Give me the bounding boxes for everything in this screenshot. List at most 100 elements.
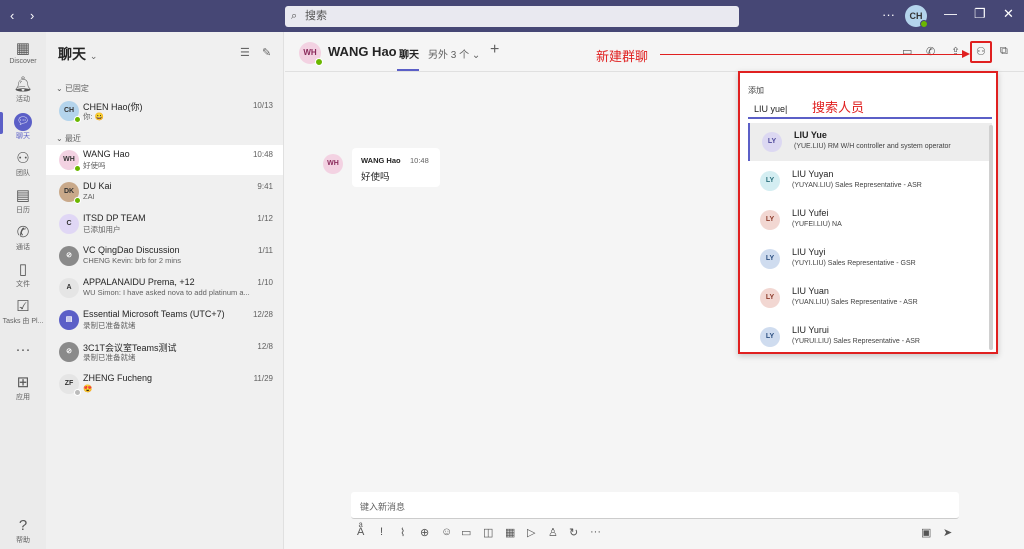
priority-icon[interactable]: !	[380, 526, 383, 538]
stream-icon[interactable]: ▷	[527, 526, 535, 539]
chat-time: 10/13	[252, 101, 273, 110]
pop-out-icon[interactable]: ⧉	[1000, 45, 1008, 58]
back-icon[interactable]: ‹	[10, 8, 14, 23]
chat-avatar: ▤	[59, 310, 79, 330]
chat-list-item[interactable]: ⊘ 3C1T会议室Teams测试 录制已准备就绪 12/8	[46, 337, 283, 367]
chat-avatar-initials: ZF	[64, 380, 74, 387]
presence-icon	[74, 389, 81, 396]
person-avatar: LY	[760, 171, 780, 191]
restore-button[interactable]: ❐	[974, 6, 986, 22]
schedule-meeting-icon[interactable]: ▦	[505, 526, 515, 539]
help-icon: ?	[18, 517, 28, 534]
forward-icon[interactable]: ›	[30, 8, 34, 23]
results-scrollbar[interactable]	[989, 125, 993, 350]
chat-avatar-initials: ⊘	[66, 348, 72, 355]
chat-list-item[interactable]: ▤ Essential Microsoft Teams (UTC+7) 录制已准备就…	[46, 305, 283, 335]
person-result-item[interactable]: LY LIU Yuyan (YUYAN.LIU) Sales Representat…	[748, 162, 992, 200]
chat-name: WANG Hao	[83, 149, 130, 159]
chat-list-title[interactable]: 聊天 ⌄	[58, 44, 97, 64]
pinned-section-header[interactable]: ⌄ 已固定	[56, 83, 89, 94]
message-bubble[interactable]: WANG Hao 10:48 好使吗	[352, 148, 440, 187]
add-tab-button[interactable]: +	[490, 41, 499, 59]
message-sender: WANG Hao	[361, 156, 401, 165]
updates-icon[interactable]: ↻	[569, 526, 578, 539]
loop-icon[interactable]: ⊕	[420, 526, 429, 539]
rail-calendar[interactable]: ▤ 日历	[0, 187, 46, 215]
rail-discover[interactable]: ▦ Discover	[0, 40, 46, 65]
chat-list-item[interactable]: WH WANG Hao 好使吗 10:48	[46, 145, 283, 175]
chat-list-item[interactable]: C ITSD DP TEAM 已添加用户 1/12	[46, 209, 283, 239]
person-result-item[interactable]: LY LIU Yufei (YUFEI.LIU) NA	[748, 201, 992, 239]
rail-chat[interactable]: 💬︎ 聊天	[0, 113, 46, 141]
new-chat-icon[interactable]: ✎	[262, 46, 271, 59]
meet-now-icon[interactable]: ▣	[921, 526, 931, 539]
search-input[interactable]: ⌕ 搜索	[285, 6, 739, 27]
chat-list-item[interactable]: CH CHEN Hao(你) 你: 😀 10/13	[46, 96, 283, 126]
profile-avatar-initials: CH	[909, 11, 923, 21]
chat-time: 11/29	[253, 374, 273, 383]
rail-more[interactable]: ···	[0, 341, 46, 359]
rail-teams[interactable]: ⚇ 团队	[0, 150, 46, 178]
rail-label: 活动	[16, 96, 30, 103]
recent-section-header[interactable]: ⌄ 最近	[56, 133, 81, 144]
chat-list-item[interactable]: DK DU Kai ZAI 9:41	[46, 177, 283, 207]
more-tabs-dropdown[interactable]: 另外 3 个 ⌄	[428, 46, 480, 61]
chat-preview: 录制已准备就绪	[83, 321, 136, 330]
person-result-item[interactable]: LY LIU Yuan (YUAN.LIU) Sales Representativ…	[748, 279, 992, 317]
person-result-item[interactable]: LY LIU Yurui (YURUI.LIU) Sales Representat…	[748, 318, 992, 356]
search-icon: ⌕	[291, 10, 298, 22]
add-people-button[interactable]: ⚇	[970, 41, 992, 63]
rail-apps[interactable]: ⊞ 应用	[0, 374, 46, 402]
send-icon[interactable]: ➤	[943, 526, 952, 539]
more-options-icon[interactable]: ···	[590, 526, 601, 538]
rail-tasks[interactable]: ☑ Tasks 由 Pl...	[0, 298, 46, 326]
chat-list-pane: 聊天 ⌄ ☰ ✎ ⌄ 已固定 CH CHEN Hao(你) 你: 😀 10/13 ⌄ …	[46, 32, 284, 549]
audio-call-icon[interactable]: ✆	[926, 45, 935, 58]
tab-chat[interactable]: 聊天	[399, 46, 419, 61]
chat-list-item[interactable]: ⊘ VC QingDao Discussion CHENG Kevin: brb f…	[46, 241, 283, 271]
search-placeholder: 搜索	[305, 10, 327, 22]
rail-activity[interactable]: 🔔︎ 活动	[0, 76, 46, 104]
profile-avatar[interactable]: CH	[905, 5, 928, 28]
attach-icon[interactable]: ⌇	[400, 526, 405, 539]
person-detail: (YUYAN.LIU) Sales Representative - ASR	[792, 182, 922, 189]
conversation-header: WH WANG Hao 聊天 另外 3 个 ⌄ +	[285, 32, 1024, 72]
person-name: LIU Yuan	[792, 286, 829, 296]
close-button[interactable]: ✕	[1003, 6, 1014, 22]
people-search-input[interactable]: LIU yue|	[748, 99, 992, 119]
rail-label: Discover	[9, 58, 37, 65]
rail-files[interactable]: ▯ 文件	[0, 261, 46, 289]
discover-icon: ▦	[15, 40, 31, 57]
chat-list-item[interactable]: ZF ZHENG Fucheng 😍 11/29	[46, 369, 283, 399]
gif-icon[interactable]: ▭	[461, 526, 471, 539]
chat-list-title-text: 聊天	[58, 46, 86, 62]
more-options-icon[interactable]: ···	[882, 7, 895, 22]
chat-preview: ZAI	[83, 192, 95, 201]
emoji-icon[interactable]: ☺	[441, 526, 452, 538]
person-result-item[interactable]: LY LIU Yue (YUE.LIU) RM W/H controller and…	[748, 123, 992, 161]
compose-box[interactable]: 键入新消息	[351, 492, 959, 519]
rail-label: 聊天	[16, 133, 30, 140]
person-result-item[interactable]: LY LIU Yuyi (YUYI.LIU) Sales Representativ…	[748, 240, 992, 278]
rail-calls[interactable]: ✆ 通话	[0, 224, 46, 252]
person-avatar: LY	[760, 210, 780, 230]
chat-list-item[interactable]: A APPALANAIDU Prema, +12 WU Simon: I have …	[46, 273, 283, 303]
person-avatar: LY	[760, 288, 780, 308]
person-detail: (YUE.LIU) RM W/H controller and system o…	[794, 143, 951, 150]
presence-icon	[74, 197, 81, 204]
chat-name: Essential Microsoft Teams (UTC+7)	[83, 309, 225, 319]
sticker-icon[interactable]: ◫	[483, 526, 493, 539]
rail-help[interactable]: ? 帮助	[0, 517, 46, 545]
rail-label: 应用	[16, 394, 30, 401]
share-screen-icon[interactable]: ⇪	[951, 45, 960, 58]
chat-name: DU Kai	[83, 181, 112, 191]
minimize-button[interactable]: —	[944, 6, 957, 21]
video-call-icon[interactable]: ▭	[902, 45, 912, 58]
add-people-label: 添加	[748, 86, 764, 95]
praise-icon[interactable]: ♙	[548, 526, 558, 539]
format-icon[interactable]: Aͣ	[357, 526, 364, 538]
chat-name: ITSD DP TEAM	[83, 213, 146, 223]
chat-avatar: ⊘	[59, 342, 79, 362]
chat-avatar: ⊘	[59, 246, 79, 266]
filter-icon[interactable]: ☰	[240, 46, 250, 59]
